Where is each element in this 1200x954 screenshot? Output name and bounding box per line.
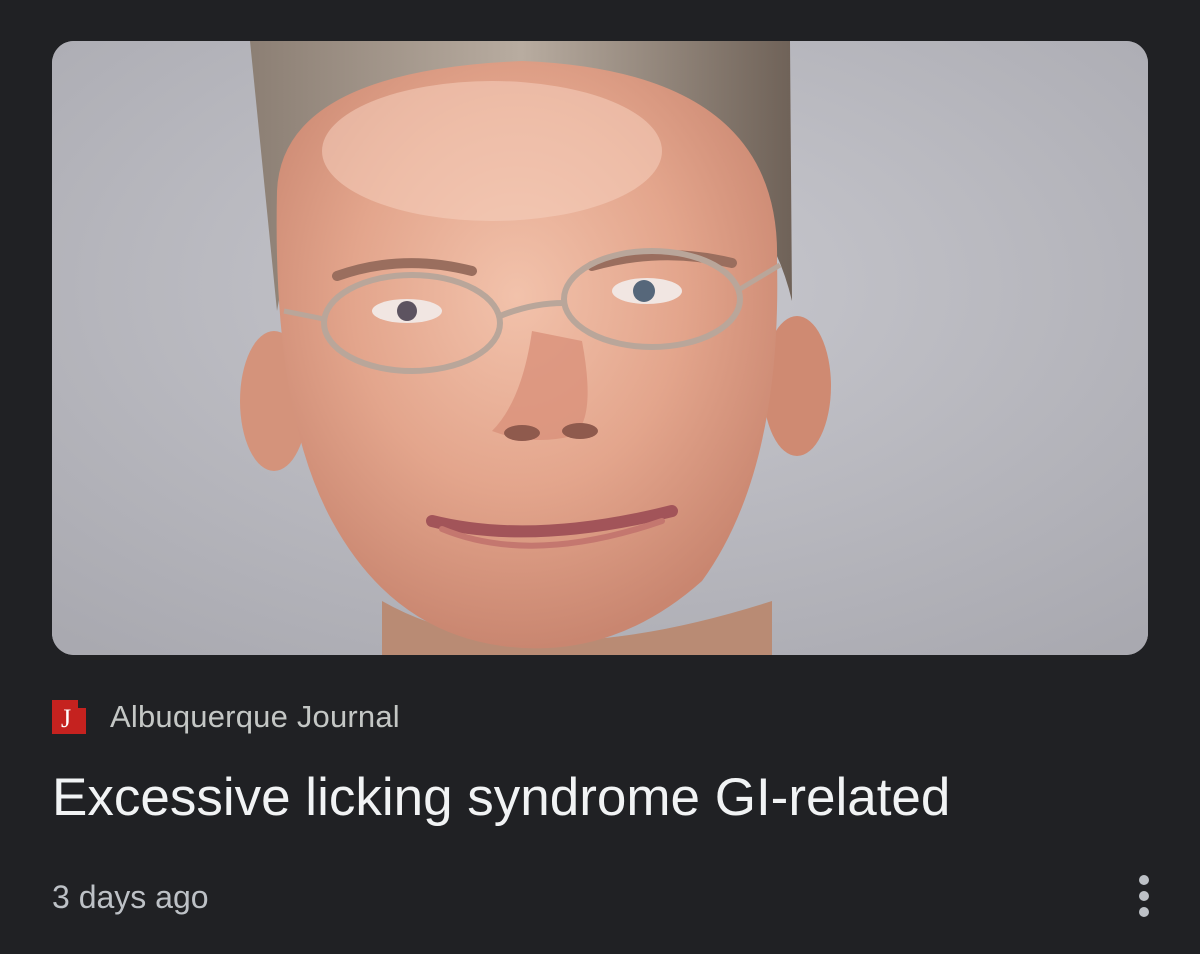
more-options-button[interactable] [1114,866,1174,926]
albuquerque-journal-logo-icon: J [52,700,86,734]
article-timestamp: 3 days ago [52,879,209,915]
source-name: Albuquerque Journal [110,699,400,734]
portrait-photo [52,41,1148,655]
more-vert-icon [1139,875,1149,917]
news-article-card[interactable]: J Albuquerque Journal Excessive licking … [0,0,1200,954]
source-row: J Albuquerque Journal [52,697,400,737]
article-headline[interactable]: Excessive licking syndrome GI-related [52,760,1142,836]
article-thumbnail[interactable] [52,41,1148,655]
svg-text:J: J [61,704,71,733]
